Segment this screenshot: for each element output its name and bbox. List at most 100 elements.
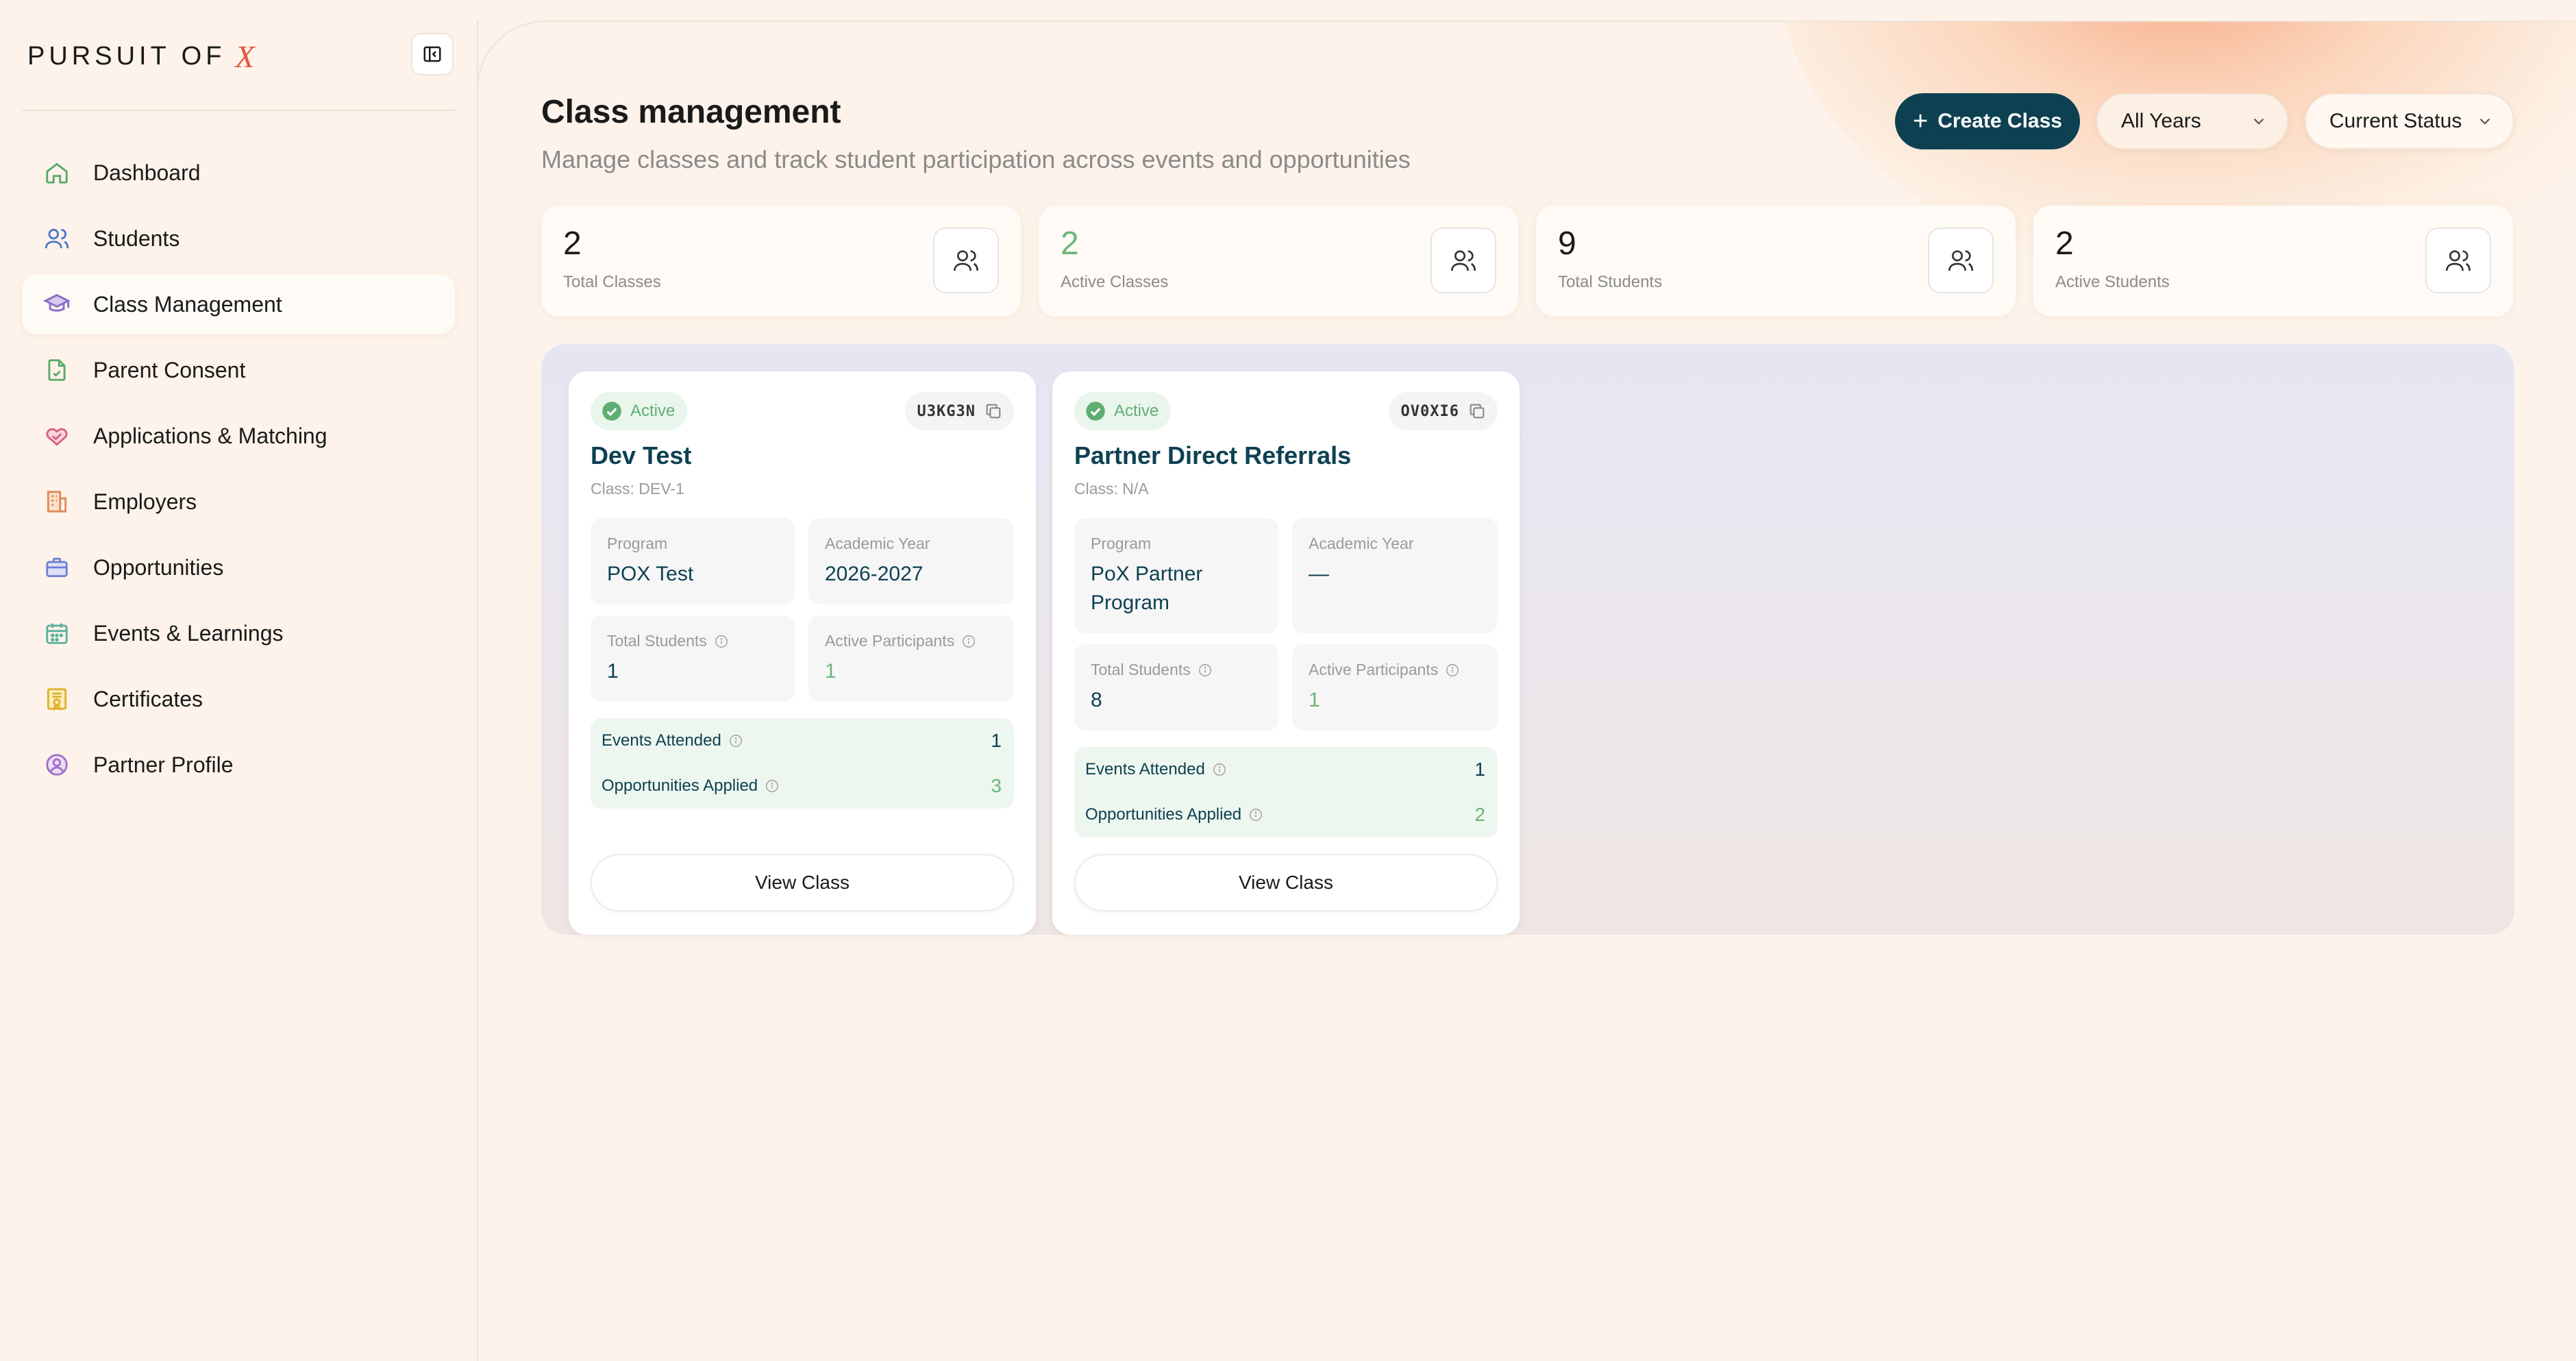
sidebar-item-label: Opportunities xyxy=(93,554,224,580)
status-select[interactable]: Current Status xyxy=(2305,93,2514,149)
award-icon xyxy=(42,685,71,713)
years-select[interactable]: All Years xyxy=(2096,93,2288,149)
view-class-button[interactable]: View Class xyxy=(591,854,1014,911)
status-badge-label: Active xyxy=(1114,402,1159,420)
events-attended-label: Events Attended xyxy=(1085,760,1205,778)
class-identifier: Class: N/A xyxy=(1074,480,1149,498)
opportunities-applied-label-row: Opportunities Applied xyxy=(602,776,780,796)
class-code-copy[interactable]: U3KG3N xyxy=(904,392,1014,430)
sidebar-item-label: Employers xyxy=(93,489,197,514)
total-students-label: Total Students xyxy=(607,632,707,650)
sidebar-item-dashboard[interactable]: Dashboard xyxy=(22,143,455,203)
events-attended-label-row: Events Attended xyxy=(1085,760,1227,779)
file-check-icon xyxy=(42,356,71,384)
sidebar-item-applications-matching[interactable]: Applications & Matching xyxy=(22,406,455,466)
main-content: Class management Manage classes and trac… xyxy=(478,22,2576,1361)
events-attended-value: 1 xyxy=(991,730,1002,751)
total-students-value: 1 xyxy=(607,660,619,683)
class-card[interactable]: Active OV0XI6 Partner Direct Referrals C… xyxy=(1052,371,1520,935)
academic-year-label: Academic Year xyxy=(1309,535,1414,552)
sidebar-item-label: Applications & Matching xyxy=(93,423,327,448)
status-badge-label: Active xyxy=(630,402,676,420)
class-code: U3KG3N xyxy=(917,402,976,420)
active-participants-value: 1 xyxy=(1309,689,1320,711)
sidebar-item-employers[interactable]: Employers xyxy=(22,471,455,532)
briefcase-icon xyxy=(42,553,71,582)
years-select-value: All Years xyxy=(2121,110,2201,132)
info-icon[interactable] xyxy=(728,733,743,748)
info-icon[interactable] xyxy=(714,634,729,649)
stat-card-active-classes: 2 Active Classes xyxy=(1039,206,1518,317)
sidebar-item-students[interactable]: Students xyxy=(22,208,455,269)
building-icon xyxy=(42,487,71,516)
stat-card-active-students: 2 Active Students xyxy=(2033,206,2513,317)
chevron-down-icon xyxy=(2253,118,2264,125)
info-icon[interactable] xyxy=(765,778,780,794)
class-code-copy[interactable]: OV0XI6 xyxy=(1388,392,1498,430)
handshake-icon xyxy=(42,421,71,450)
sidebar-item-label: Dashboard xyxy=(93,160,201,185)
copy-icon xyxy=(1470,404,1485,419)
stat-label: Total Classes xyxy=(563,273,661,291)
page-subtitle: Manage classes and track student partici… xyxy=(541,145,1411,173)
stat-card-total-students: 9 Total Students xyxy=(1536,206,2016,317)
sidebar-item-partner-profile[interactable]: Partner Profile xyxy=(22,735,455,795)
sidebar-item-events-learnings[interactable]: Events & Learnings xyxy=(22,603,455,663)
chevron-down-icon xyxy=(2479,118,2490,125)
create-class-button[interactable]: + Create Class xyxy=(1895,93,2080,149)
view-class-button[interactable]: View Class xyxy=(1074,854,1498,911)
users-icon xyxy=(1431,228,1496,293)
sidebar-item-label: Students xyxy=(93,225,180,251)
events-attended-row: Events Attended 1 xyxy=(602,718,1002,763)
opportunities-applied-row: Opportunities Applied 2 xyxy=(1085,792,1485,837)
total-students-box: Total Students 8 xyxy=(1074,644,1278,731)
status-select-value: Current Status xyxy=(2329,110,2462,132)
academic-year-box: Academic Year — xyxy=(1292,518,1498,633)
info-icon[interactable] xyxy=(1248,807,1263,822)
class-code: OV0XI6 xyxy=(1400,402,1459,420)
academic-year-value: 2026-2027 xyxy=(825,563,924,585)
class-title: Dev Test xyxy=(591,441,692,469)
sidebar-item-parent-consent[interactable]: Parent Consent xyxy=(22,340,455,400)
info-icon[interactable] xyxy=(1212,762,1227,777)
class-card[interactable]: Active U3KG3N Dev Test Class: DEV-1 Prog… xyxy=(569,371,1036,935)
stat-value: 2 xyxy=(2055,225,2074,262)
sidebar-item-label: Events & Learnings xyxy=(93,620,284,646)
academic-year-value: — xyxy=(1309,563,1329,585)
sidebar-toggle-icon xyxy=(423,46,441,62)
class-identifier: Class: DEV-1 xyxy=(591,480,684,498)
info-icon[interactable] xyxy=(1445,663,1460,678)
active-participants-box: Active Participants 1 xyxy=(1292,644,1498,731)
collapse-sidebar-button[interactable] xyxy=(411,33,454,75)
sidebar-item-label: Certificates xyxy=(93,686,203,711)
info-icon[interactable] xyxy=(961,634,976,649)
sidebar-item-opportunities[interactable]: Opportunities xyxy=(22,537,455,598)
sidebar-item-certificates[interactable]: Certificates xyxy=(22,669,455,729)
calendar-icon xyxy=(42,619,71,648)
sidebar-nav: Dashboard Students Class Management Pare… xyxy=(22,143,455,800)
brand-logo[interactable]: PURSUIT OF X xyxy=(27,38,255,75)
program-label: Program xyxy=(607,535,668,552)
home-icon xyxy=(42,158,71,187)
active-participants-label: Active Participants xyxy=(825,632,955,650)
stat-card-total-classes: 2 Total Classes xyxy=(541,206,1021,317)
total-students-label-row: Total Students xyxy=(607,632,778,650)
check-circle-icon xyxy=(1086,402,1105,421)
academic-year-box: Academic Year 2026-2027 xyxy=(808,518,1014,604)
check-circle-icon xyxy=(602,402,621,421)
events-attended-value: 1 xyxy=(1474,759,1485,780)
classes-panel: Active U3KG3N Dev Test Class: DEV-1 Prog… xyxy=(541,344,2514,935)
users-icon xyxy=(933,228,999,293)
sidebar: PURSUIT OF X Dashboard Students Class Ma… xyxy=(0,0,477,1361)
events-attended-row: Events Attended 1 xyxy=(1085,747,1485,792)
stat-value: 9 xyxy=(1558,225,1576,262)
users-icon xyxy=(2425,228,2491,293)
engagement-box: Events Attended 1 Opportunities Applied … xyxy=(591,718,1014,809)
total-students-label: Total Students xyxy=(1091,661,1191,678)
opportunities-applied-row: Opportunities Applied 3 xyxy=(602,763,1002,809)
copy-icon xyxy=(986,404,1001,419)
opportunities-applied-label-row: Opportunities Applied xyxy=(1085,805,1263,824)
info-icon[interactable] xyxy=(1198,663,1213,678)
sidebar-item-class-management[interactable]: Class Management xyxy=(22,274,455,334)
users-icon xyxy=(1928,228,1994,293)
